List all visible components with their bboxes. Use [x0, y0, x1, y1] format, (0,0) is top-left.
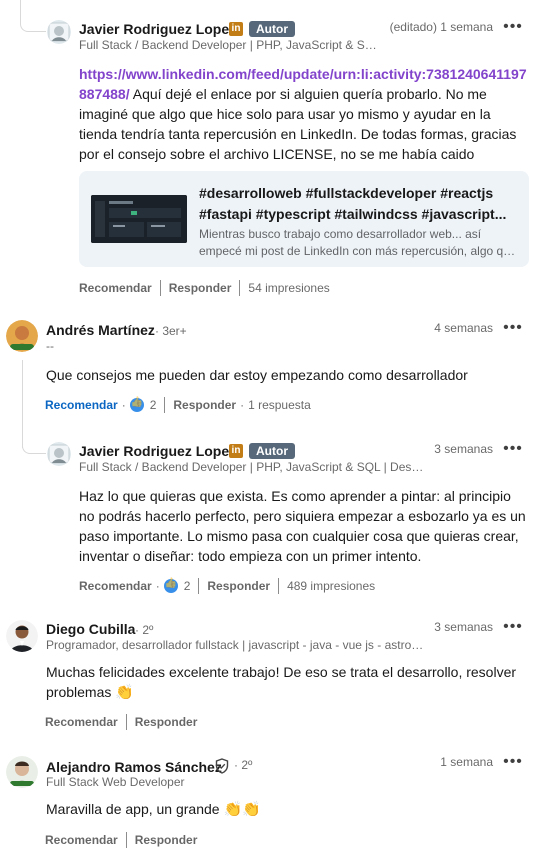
avatar[interactable]: [6, 756, 38, 788]
preview-description-line: empecé mi post de LinkedIn con más reper…: [199, 244, 517, 258]
author-headline: Programador, desarrollador fullstack | j…: [46, 638, 424, 652]
comment-actions: Recomendar Responder: [45, 714, 197, 730]
connection-degree: · 3er+: [155, 324, 187, 338]
replies-count[interactable]: 1 respuesta: [248, 398, 311, 412]
reaction-count[interactable]: 2: [184, 579, 191, 593]
timestamp: (editado) 1 semana: [389, 20, 493, 34]
divider: [198, 578, 200, 594]
clapping-hands-icon: 👏: [115, 684, 134, 701]
avatar[interactable]: [6, 320, 38, 352]
author-headline: Full Stack Web Developer: [46, 775, 185, 789]
comment-body: Aquí dejé el enlace por si alguien querí…: [79, 86, 517, 162]
comment-actions: Recomendar Responder: [45, 832, 197, 848]
impressions-count: 489 impresiones: [287, 579, 376, 593]
react-button[interactable]: Recomendar: [45, 833, 118, 847]
author-headline: --: [46, 339, 54, 353]
clapping-hands-icon: 👏👏: [223, 801, 261, 818]
react-button[interactable]: Recomendar: [79, 579, 152, 593]
thread-connector: [20, 0, 46, 32]
avatar-image: [6, 320, 38, 352]
like-reaction-icon[interactable]: [163, 578, 178, 593]
more-horizontal-icon[interactable]: •••: [502, 754, 524, 771]
reaction-count[interactable]: 2: [150, 398, 157, 412]
divider: [125, 832, 127, 848]
comment-body: Maravilla de app, un grande: [46, 801, 220, 817]
comment-actions: Recomendar · 2 Responder 489 impresiones: [79, 578, 375, 594]
thread-connector: [22, 420, 46, 454]
divider: [164, 397, 166, 413]
author-name[interactable]: Diego Cubilla: [46, 621, 135, 637]
connection-degree: · 2º: [135, 623, 154, 637]
reply-button[interactable]: Responder: [207, 579, 270, 593]
author-badge: Autor: [249, 21, 295, 37]
author-headline: Full Stack / Backend Developer | PHP, Ja…: [79, 38, 379, 52]
avatar-image: [47, 20, 71, 44]
reply-button[interactable]: Responder: [135, 833, 198, 847]
react-button[interactable]: Recomendar: [79, 281, 152, 295]
divider: [125, 714, 127, 730]
verified-shield-icon: [215, 758, 229, 774]
comment-text: Muchas felicidades excelente trabajo! De…: [46, 662, 521, 703]
author-name[interactable]: Javier Rodriguez Lopez: [79, 21, 236, 37]
divider: [278, 578, 280, 594]
like-reaction-icon[interactable]: [129, 397, 144, 412]
divider: [239, 280, 241, 296]
comment-actions: Recomendar · 2 Responder · 1 respuesta: [45, 397, 311, 413]
timestamp: 1 semana: [440, 755, 493, 769]
more-horizontal-icon[interactable]: •••: [502, 320, 524, 337]
preview-title-line: #fastapi #typescript #tailwindcss #javas…: [199, 206, 507, 222]
avatar[interactable]: [47, 20, 71, 44]
avatar[interactable]: [6, 620, 38, 652]
author-badge: Autor: [249, 443, 295, 459]
author-name[interactable]: Andrés Martínez: [46, 322, 155, 338]
more-horizontal-icon[interactable]: •••: [502, 619, 524, 636]
separator-dot: ·: [240, 398, 245, 412]
linkedin-premium-icon: in: [229, 444, 243, 458]
timestamp: 3 semanas: [434, 620, 493, 634]
author-name[interactable]: Javier Rodriguez Lopez: [79, 443, 236, 459]
author-headline: Full Stack / Backend Developer | PHP, Ja…: [79, 460, 424, 474]
separator-dot: ·: [155, 579, 160, 593]
react-button[interactable]: Recomendar: [45, 398, 118, 412]
comment-text: https://www.linkedin.com/feed/update/urn…: [79, 64, 529, 164]
comment-actions: Recomendar Responder 54 impresiones: [79, 280, 330, 296]
react-button[interactable]: Recomendar: [45, 715, 118, 729]
avatar[interactable]: [47, 442, 71, 466]
preview-thumbnail-image: [91, 195, 187, 243]
comment-text: Maravilla de app, un grande 👏👏: [46, 799, 521, 820]
impressions-count: 54 impresiones: [248, 281, 330, 295]
avatar-image: [6, 620, 38, 652]
separator-dot: ·: [121, 398, 126, 412]
preview-description: Mientras busco trabajo como desarrollado…: [199, 226, 517, 260]
reply-button[interactable]: Responder: [169, 281, 232, 295]
more-horizontal-icon[interactable]: •••: [502, 441, 524, 458]
connection-degree: · 2º: [234, 758, 253, 772]
linkedin-premium-icon: in: [229, 22, 243, 36]
preview-title-line: #desarrolloweb #fullstackdeveloper #reac…: [199, 185, 494, 201]
author-name[interactable]: Alejandro Ramos Sánchez: [46, 759, 222, 775]
reply-button[interactable]: Responder: [135, 715, 198, 729]
more-horizontal-icon[interactable]: •••: [502, 19, 524, 36]
divider: [159, 280, 161, 296]
preview-description-line: Mientras busco trabajo como desarrollado…: [199, 227, 482, 241]
link-preview-card[interactable]: #desarrolloweb #fullstackdeveloper #reac…: [79, 171, 529, 267]
preview-title: #desarrolloweb #fullstackdeveloper #reac…: [199, 183, 517, 225]
timestamp: 3 semanas: [434, 442, 493, 456]
timestamp: 4 semanas: [434, 321, 493, 335]
reply-button[interactable]: Responder: [173, 398, 236, 412]
comment-text: Que consejos me pueden dar estoy empezan…: [46, 367, 468, 383]
avatar-image: [6, 756, 38, 788]
comment-text: Haz lo que quieras que exista. Es como a…: [79, 488, 526, 564]
preview-thumbnail: [91, 195, 187, 243]
avatar-image: [47, 442, 71, 466]
